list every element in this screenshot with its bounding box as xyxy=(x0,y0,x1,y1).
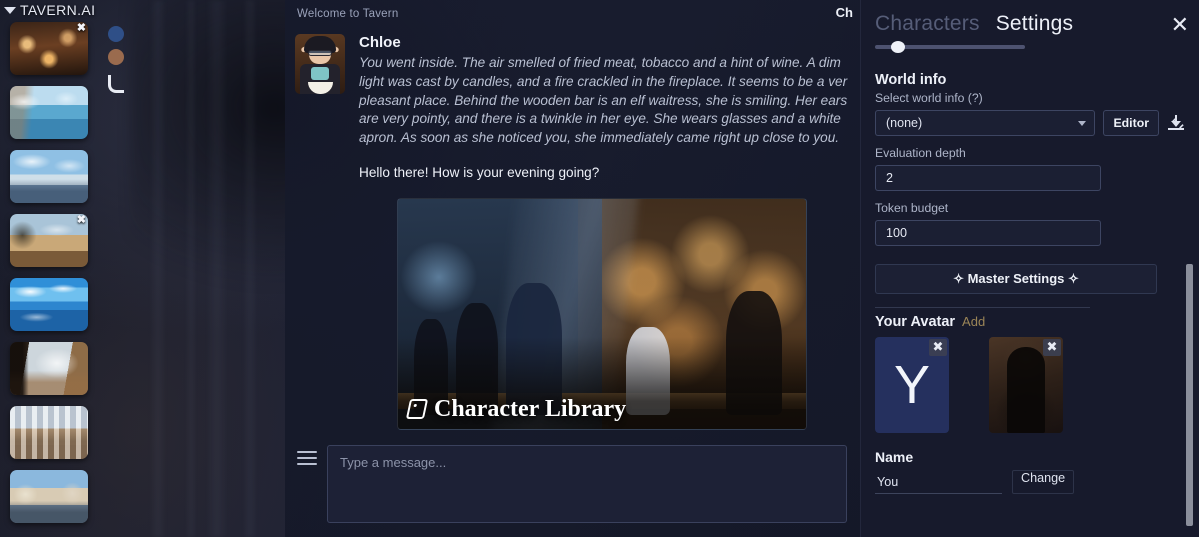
avatar-figure xyxy=(1007,347,1045,433)
tag-icon xyxy=(405,399,429,420)
settings-panel-header: Characters Settings ✕ xyxy=(861,0,1199,37)
section-divider xyxy=(875,307,1090,308)
avatar-glasses xyxy=(308,50,332,56)
hamburger-menu-icon[interactable] xyxy=(297,451,317,465)
chat-message-author: Chloe xyxy=(359,34,401,51)
background-streak xyxy=(243,0,257,537)
character-library-card[interactable]: Character Library xyxy=(397,197,807,430)
evaluation-depth-label: Evaluation depth xyxy=(875,146,966,160)
background-thumbnail-list: ✖ ✖ xyxy=(0,22,100,523)
background-streak xyxy=(150,0,166,537)
narration-line: pleasant place. Behind the wooden bar is… xyxy=(359,92,848,108)
hamburger-line xyxy=(297,463,317,465)
curve-hook-icon[interactable] xyxy=(108,75,124,93)
chat-message: Chloe You went inside. The air smelled o… xyxy=(285,28,865,182)
narration-line: You went inside. The air smelled of frie… xyxy=(359,55,841,70)
world-info-selected-value: (none) xyxy=(886,116,923,130)
chat-message-body: Chloe You went inside. The air smelled o… xyxy=(359,34,865,182)
tavern-ai-app: TAVERN.AI ✖ ✖ Welcome to Tavern Ch Chloe… xyxy=(0,0,1199,537)
world-info-row: (none) Editor xyxy=(875,110,1185,136)
background-streak xyxy=(186,0,196,537)
settings-panel: Characters Settings ✕ World info Select … xyxy=(860,0,1199,537)
close-icon[interactable]: ✕ xyxy=(1171,15,1189,37)
master-settings-button[interactable]: ✧ Master Settings ✧ xyxy=(875,264,1157,294)
narration-line: are very pointy, and there is a twinkle … xyxy=(359,111,841,127)
background-thumbnail[interactable] xyxy=(10,342,88,395)
slider-knob[interactable] xyxy=(891,41,905,53)
narration-line: light was cast by candles, and a fire cr… xyxy=(359,73,848,89)
character-library-text: Character Library xyxy=(434,395,627,422)
your-avatar-header: Your Avatar Add xyxy=(875,314,1185,330)
app-logo[interactable]: TAVERN.AI xyxy=(4,2,95,18)
hamburger-line xyxy=(297,451,317,453)
token-budget-label: Token budget xyxy=(875,201,949,215)
background-thumbnail[interactable]: ✖ xyxy=(10,22,88,75)
tavern-vignette xyxy=(398,198,806,429)
evaluation-depth-input[interactable] xyxy=(875,165,1101,191)
world-info-select[interactable]: (none) xyxy=(875,110,1096,136)
chat-composer-row xyxy=(285,437,865,537)
avatar-list: Y ✖ ✖ xyxy=(875,337,1185,433)
background-streak xyxy=(206,0,228,537)
change-name-button[interactable]: Change xyxy=(1012,470,1075,494)
panel-width-slider[interactable] xyxy=(875,40,1185,54)
background-thumbnail[interactable] xyxy=(10,406,88,459)
chat-character-name: Ch xyxy=(835,5,853,20)
world-info-select-label: Select world info (?) xyxy=(875,91,983,105)
background-thumbnail[interactable] xyxy=(10,470,88,523)
avatar-tile-photo[interactable]: ✖ xyxy=(989,337,1063,433)
close-icon[interactable]: ✖ xyxy=(1043,339,1061,356)
chat-message-narration: You went inside. The air smelled of frie… xyxy=(359,54,861,148)
background-thumbnail[interactable] xyxy=(10,278,88,331)
background-picker-sidebar: TAVERN.AI ✖ ✖ xyxy=(0,0,100,537)
world-info-title: World info xyxy=(875,72,947,88)
chevron-down-icon xyxy=(4,6,16,14)
settings-scrollbar[interactable] xyxy=(1186,264,1193,526)
background-thumbnail[interactable] xyxy=(10,150,88,203)
avatar-tile-letter[interactable]: Y ✖ xyxy=(875,337,949,433)
add-avatar-link[interactable]: Add xyxy=(962,314,985,329)
world-info-editor-button[interactable]: Editor xyxy=(1103,110,1159,136)
chevron-down-icon xyxy=(1078,120,1087,126)
color-swatch-blue[interactable] xyxy=(108,26,124,42)
hamburger-line xyxy=(297,457,317,459)
download-base xyxy=(1168,128,1184,130)
settings-scroll-area: World info Select world info (?) (none) … xyxy=(861,56,1199,537)
background-thumbnail[interactable] xyxy=(10,86,88,139)
chat-panel: Welcome to Tavern Ch Chloe You went insi… xyxy=(285,0,865,537)
close-icon[interactable]: ✖ xyxy=(929,339,947,356)
app-logo-label: TAVERN.AI xyxy=(20,2,96,18)
download-arrow xyxy=(1171,121,1181,127)
name-label: Name xyxy=(875,449,914,465)
narration-line: apron. As soon as she noticed you, she i… xyxy=(359,130,840,145)
background-thumbnail[interactable]: ✖ xyxy=(10,214,88,267)
chat-topbar: Welcome to Tavern Ch xyxy=(285,0,865,28)
avatar[interactable] xyxy=(295,34,345,94)
character-library-label: Character Library xyxy=(405,395,627,423)
download-icon[interactable] xyxy=(1167,113,1185,133)
avatar-collar xyxy=(311,67,329,80)
tab-settings[interactable]: Settings xyxy=(996,12,1073,36)
token-budget-input[interactable] xyxy=(875,220,1101,246)
color-swatch-brown[interactable] xyxy=(108,49,124,65)
color-swatch-group xyxy=(108,26,124,93)
tab-characters[interactable]: Characters xyxy=(875,12,980,36)
welcome-label: Welcome to Tavern xyxy=(297,8,399,20)
close-icon[interactable]: ✖ xyxy=(77,23,86,34)
close-icon[interactable]: ✖ xyxy=(77,215,86,226)
message-input[interactable] xyxy=(327,445,847,523)
name-row: Change xyxy=(875,470,1185,494)
your-avatar-title: Your Avatar xyxy=(875,314,956,330)
name-input[interactable] xyxy=(875,470,1002,494)
chat-message-dialogue: Hello there! How is your evening going? xyxy=(359,164,600,180)
